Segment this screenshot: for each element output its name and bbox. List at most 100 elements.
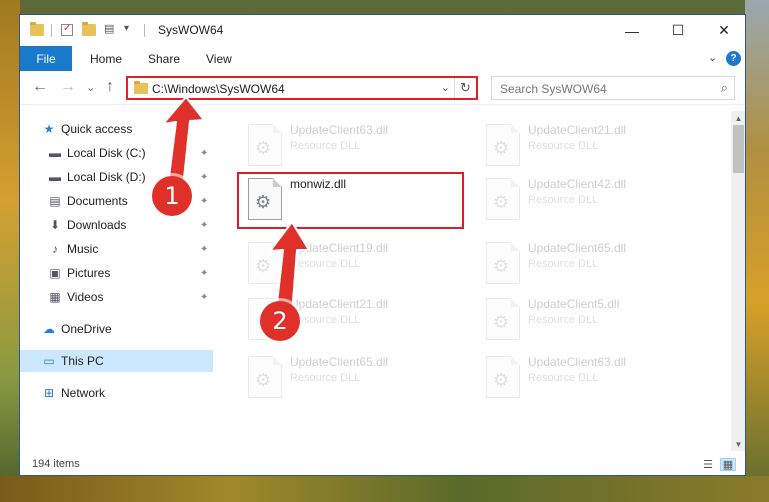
gear-icon: ⚙ xyxy=(493,138,510,158)
gear-icon: ⚙ xyxy=(493,256,510,276)
details-view-icon[interactable]: ☰ xyxy=(700,458,716,471)
file-type: Resource DLL xyxy=(290,140,361,152)
tab-file[interactable]: File xyxy=(20,46,72,71)
file-type: Resource DLL xyxy=(528,194,599,206)
ribbon-tabs: File Home Share View ⌄ ? xyxy=(20,46,745,71)
gear-icon: ⚙ xyxy=(493,192,510,212)
quick-access-dropdown-icon[interactable]: ▾ xyxy=(124,23,134,35)
file-type: Resource DLL xyxy=(290,372,361,384)
search-icon[interactable]: ⌕ xyxy=(721,80,728,96)
search-input[interactable]: Search SysWOW64 ⌕ xyxy=(491,76,735,100)
sidebar-item[interactable]: ☁ OneDrive xyxy=(20,318,213,340)
pin-icon[interactable]: ✦ xyxy=(200,220,208,231)
sidebar-item[interactable]: ★ Quick access xyxy=(20,118,213,140)
divider xyxy=(144,24,145,37)
properties-icon[interactable]: ✓ xyxy=(61,23,73,36)
sidebar-item[interactable]: ▬ Local Disk (C:) ✦ xyxy=(20,142,213,164)
file-item[interactable]: ⚙ monwiz.dll xyxy=(242,175,462,223)
customize-icon[interactable]: ▤ xyxy=(104,22,118,35)
file-type: Resource DLL xyxy=(528,314,599,326)
pin-icon[interactable]: ✦ xyxy=(200,172,208,183)
address-bar[interactable]: C:\Windows\SysWOW64 ⌄ ↻ xyxy=(126,76,478,100)
sidebar-item-label: Downloads xyxy=(67,218,127,232)
music-icon: ♪ xyxy=(52,242,58,256)
file-item[interactable]: ⚙ UpdateClient65.dll Resource DLL xyxy=(242,353,462,401)
sidebar-item-label: Local Disk (D:) xyxy=(67,170,146,184)
file-name: UpdateClient63.dll xyxy=(290,123,389,137)
item-count: 194 items xyxy=(32,458,80,470)
file-item[interactable]: ⚙ UpdateClient63.dll Resource DLL xyxy=(242,121,462,169)
scroll-thumb[interactable] xyxy=(733,125,744,173)
address-dropdown-icon[interactable]: ⌄ xyxy=(441,81,450,94)
folder-icon xyxy=(30,22,44,36)
vertical-scrollbar[interactable]: ▲ ▼ xyxy=(731,111,745,451)
divider xyxy=(51,24,52,37)
search-placeholder: Search SysWOW64 xyxy=(500,82,607,96)
scroll-down-icon[interactable]: ▼ xyxy=(731,437,745,451)
file-item[interactable]: ⚙ UpdateClient19.dll Resource DLL xyxy=(242,239,462,287)
sidebar-item[interactable]: ⬇ Downloads ✦ xyxy=(20,214,213,236)
help-icon[interactable]: ? xyxy=(726,51,741,66)
back-button[interactable]: ← xyxy=(32,78,48,96)
sidebar-item-label: Network xyxy=(61,386,106,400)
file-type: Resource DLL xyxy=(290,258,361,270)
step-2-badge: 2 xyxy=(260,301,300,341)
file-name: UpdateClient5.dll xyxy=(528,297,620,311)
file-list: ⚙ UpdateClient63.dll Resource DLL ⚙ monwiz.d… xyxy=(220,111,730,451)
tab-home[interactable]: Home xyxy=(90,52,122,66)
pin-icon[interactable]: ✦ xyxy=(200,148,208,159)
tab-share[interactable]: Share xyxy=(148,52,180,66)
file-item[interactable]: ⚙ UpdateClient65.dll Resource DLL xyxy=(480,239,700,287)
file-name: UpdateClient65.dll xyxy=(290,355,389,369)
gear-icon: ⚙ xyxy=(255,192,272,212)
window-title: SysWOW64 xyxy=(158,23,224,37)
file-item[interactable]: ⚙ UpdateClient42.dll Resource DLL xyxy=(480,175,700,223)
dll-file-icon: ⚙ xyxy=(486,356,520,398)
sidebar-item-label: Music xyxy=(67,242,99,256)
dll-file-icon: ⚙ xyxy=(248,178,282,220)
refresh-button[interactable]: ↻ xyxy=(454,78,476,98)
minimize-button[interactable]: — xyxy=(609,15,655,46)
file-name: UpdateClient21.dll xyxy=(290,297,389,311)
large-icons-view-icon[interactable]: ▦ xyxy=(720,458,736,471)
file-item[interactable]: ⚙ UpdateClient21.dll Resource DLL xyxy=(480,121,700,169)
tab-view[interactable]: View xyxy=(206,52,232,66)
sidebar-item[interactable]: ⊞ Network xyxy=(20,382,213,404)
file-item[interactable]: ⚙ UpdateClient63.dll Resource DLL xyxy=(480,353,700,401)
sidebar-item-label: This PC xyxy=(61,354,104,368)
dll-file-icon: ⚙ xyxy=(486,242,520,284)
dll-file-icon: ⚙ xyxy=(248,356,282,398)
sidebar-item[interactable]: ♪ Music ✦ xyxy=(20,238,213,260)
title-bar: ✓ ▤ ▾ SysWOW64 — ☐ ✕ xyxy=(20,15,745,46)
pictures-icon: ▣ xyxy=(49,266,61,280)
new-folder-icon[interactable] xyxy=(82,22,96,36)
sidebar-item[interactable]: ▣ Pictures ✦ xyxy=(20,262,213,284)
sidebar-item[interactable]: ▦ Videos ✦ xyxy=(20,286,213,308)
up-button[interactable]: ↑ xyxy=(106,78,114,96)
recent-locations-button[interactable]: ⌄ xyxy=(86,81,95,94)
network-icon: ⊞ xyxy=(43,386,55,400)
close-button[interactable]: ✕ xyxy=(701,15,745,46)
pin-icon[interactable]: ✦ xyxy=(200,268,208,279)
file-type: Resource DLL xyxy=(528,140,599,152)
pin-icon[interactable]: ✦ xyxy=(200,196,208,207)
expand-ribbon-icon[interactable]: ⌄ xyxy=(708,51,717,64)
documents-icon: ▤ xyxy=(49,194,61,208)
scroll-up-icon[interactable]: ▲ xyxy=(731,111,745,125)
pin-icon[interactable]: ✦ xyxy=(200,292,208,303)
file-item[interactable]: ⚙ UpdateClient5.dll Resource DLL xyxy=(480,295,700,343)
gear-icon: ⚙ xyxy=(493,312,510,332)
file-type: Resource DLL xyxy=(528,372,599,384)
maximize-button[interactable]: ☐ xyxy=(655,15,701,46)
forward-button[interactable]: → xyxy=(60,78,76,96)
file-type: Resource DLL xyxy=(290,314,361,326)
navigation-bar: ← → ⌄ ↑ C:\Windows\SysWOW64 ⌄ ↻ Search S… xyxy=(20,73,745,105)
drive-icon: ▬ xyxy=(49,146,61,160)
folder-icon xyxy=(134,81,148,94)
address-path[interactable]: C:\Windows\SysWOW64 xyxy=(152,82,285,96)
sidebar-item[interactable]: ▭ This PC xyxy=(20,350,213,372)
videos-icon: ▦ xyxy=(49,290,61,304)
pin-icon[interactable]: ✦ xyxy=(200,244,208,255)
gear-icon: ⚙ xyxy=(255,370,272,390)
gear-icon: ⚙ xyxy=(255,138,272,158)
